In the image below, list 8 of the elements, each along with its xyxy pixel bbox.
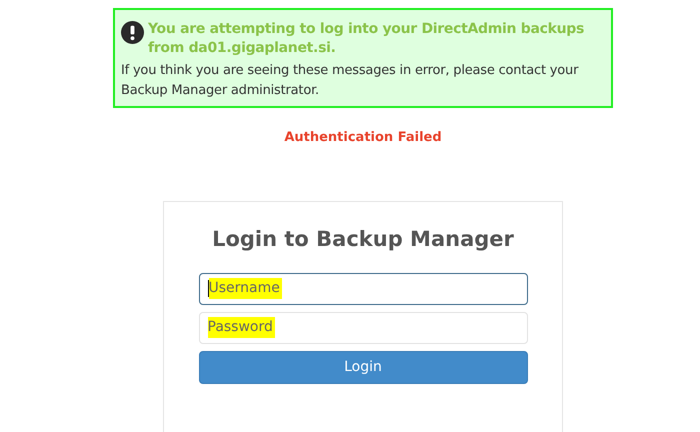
alert-message: If you think you are seeing these messages in error, please contact your Backup Manager administrator.: [121, 62, 580, 100]
login-button[interactable]: Login: [198, 350, 528, 384]
input-field[interactable]: Username: [198, 272, 528, 304]
exclamation-icon: [121, 21, 144, 44]
login-title: Login to Backup Manager: [212, 226, 514, 252]
input-field[interactable]: Password: [198, 312, 528, 344]
alert-title: You are attempting to log into your DirectAdmin backups from da01.gigaplanet.si.: [148, 20, 586, 58]
error-message: Authentication Failed: [284, 129, 442, 147]
